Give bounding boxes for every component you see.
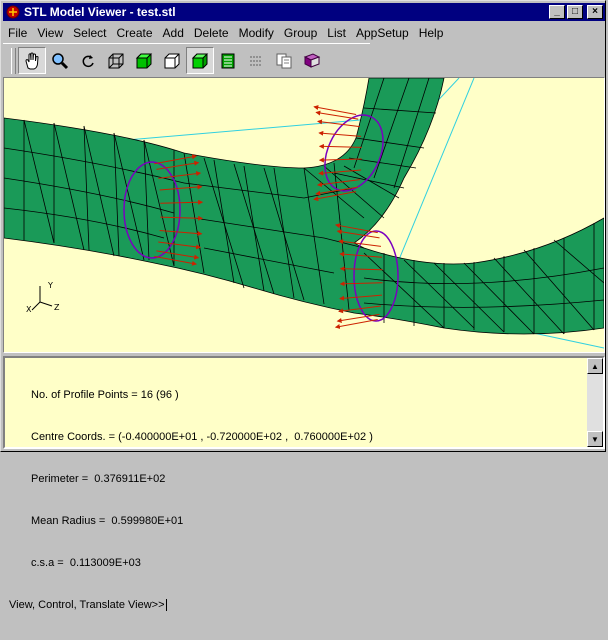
menu-bar: File View Select Create Add Delete Modif… (3, 23, 605, 42)
menu-select[interactable]: Select (68, 26, 111, 40)
rotate-tool-button[interactable] (74, 47, 102, 74)
table-list-icon (221, 53, 235, 68)
console-text[interactable]: No. of Profile Points = 16 (96 ) Centre … (9, 360, 583, 612)
book-icon (303, 52, 321, 68)
hand-pan-icon (25, 52, 39, 69)
disabled-tool-icon (250, 55, 262, 66)
title-bar[interactable]: STL Model Viewer - test.stl _ □ × (3, 3, 605, 21)
list-view-button[interactable] (214, 47, 242, 74)
scroll-down-icon: ▼ (591, 434, 599, 444)
wireframe-cube-icon (108, 53, 124, 68)
output-console[interactable]: No. of Profile Points = 16 (96 ) Centre … (3, 356, 605, 612)
hidden-line-cube-icon (164, 53, 180, 68)
menu-help[interactable]: Help (414, 26, 449, 40)
zoom-tool-button[interactable] (46, 47, 74, 74)
shaded-cube-icon (135, 53, 153, 68)
console-line: c.s.a = 0.113009E+03 (31, 557, 141, 569)
minimize-button[interactable]: _ (549, 5, 565, 19)
vector-arrow (318, 130, 362, 137)
solid-view-button[interactable] (186, 47, 214, 74)
scroll-down-button[interactable]: ▼ (587, 431, 603, 447)
wireframe-view-button[interactable] (102, 47, 130, 74)
axis-x-label: X (26, 305, 32, 314)
shaded-view-button[interactable] (130, 47, 158, 74)
toolbar (3, 43, 370, 78)
app-window: STL Model Viewer - test.stl _ □ × File V… (0, 0, 606, 612)
scroll-up-icon: ▲ (591, 361, 599, 371)
rotate-icon (82, 54, 94, 67)
command-prompt[interactable]: View, Control, Translate View>> (9, 598, 583, 612)
menu-modify[interactable]: Modify (234, 26, 279, 40)
console-scrollbar[interactable]: ▲ ▼ (587, 358, 603, 447)
close-button[interactable]: × (587, 5, 603, 19)
menu-view[interactable]: View (32, 26, 68, 40)
magnifier-zoom-icon (52, 52, 69, 69)
axis-triad: Y X Z (26, 281, 60, 314)
maximize-icon: □ (571, 6, 579, 17)
axis-y-label: Y (47, 281, 53, 290)
model-viewport[interactable]: Y X Z (3, 77, 605, 353)
scroll-up-button[interactable]: ▲ (587, 358, 603, 374)
solid-cube-icon (191, 53, 209, 68)
hidden-line-view-button[interactable] (158, 47, 186, 74)
console-line: No. of Profile Points = 16 (96 ) (31, 389, 179, 401)
help-book-button[interactable] (298, 47, 326, 74)
menu-appsetup[interactable]: AppSetup (351, 26, 414, 40)
maximize-button[interactable]: □ (567, 5, 583, 19)
close-icon: × (592, 6, 598, 17)
text-cursor (165, 599, 167, 612)
console-line: Perimeter = 0.376911E+02 (31, 473, 166, 485)
prompt-text: View, Control, Translate View>> (9, 599, 165, 611)
copy-button[interactable] (270, 47, 298, 74)
menu-list[interactable]: List (322, 26, 351, 40)
pipe-mesh (4, 78, 604, 335)
app-logo-icon (6, 5, 20, 19)
menu-file[interactable]: File (3, 26, 32, 40)
menu-add[interactable]: Add (158, 26, 189, 40)
axis-z-label: Z (54, 303, 60, 312)
console-line: Centre Coords. = (-0.400000E+01 , -0.720… (31, 431, 373, 443)
menu-group[interactable]: Group (279, 26, 322, 40)
menu-create[interactable]: Create (112, 26, 158, 40)
console-line: Mean Radius = 0.599980E+01 (31, 515, 184, 527)
copy-icon (276, 53, 292, 68)
toolbar-grip[interactable] (11, 47, 16, 74)
window-title: STL Model Viewer - test.stl (24, 5, 176, 19)
pan-tool-button[interactable] (18, 47, 46, 74)
menu-delete[interactable]: Delete (189, 26, 234, 40)
minimize-icon: _ (554, 6, 560, 17)
disabled-tool-button[interactable] (242, 47, 270, 74)
stl-mesh-render[interactable]: Y X Z (4, 78, 604, 352)
